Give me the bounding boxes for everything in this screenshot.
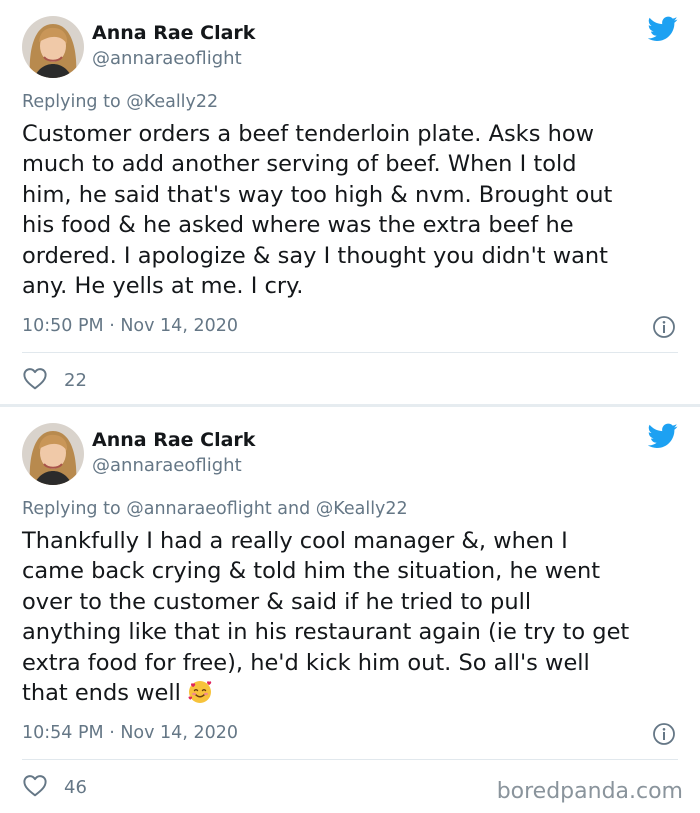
heart-icon[interactable] — [22, 773, 48, 801]
avatar[interactable] — [22, 423, 84, 485]
tweet-text-body: Thankfully I had a really cool manager &… — [22, 528, 630, 707]
divider — [22, 759, 678, 760]
replying-to[interactable]: Replying to @Keally22 — [22, 92, 218, 112]
twitter-bird-icon[interactable] — [647, 16, 678, 46]
info-icon[interactable] — [652, 722, 676, 750]
display-name[interactable]: Anna Rae Clark — [92, 429, 255, 451]
heart-icon[interactable] — [22, 366, 48, 394]
tweet-text: Thankfully I had a really cool manager &… — [22, 526, 678, 713]
divider — [22, 352, 678, 353]
replying-to[interactable]: Replying to @annaraeoflight and @Keally2… — [22, 499, 408, 519]
watermark: boredpanda.com — [496, 779, 683, 804]
smiling-face-with-hearts-icon — [187, 679, 213, 713]
display-name[interactable]: Anna Rae Clark — [92, 22, 255, 44]
tweet-card: Anna Rae Clark @annaraeoflight Replying … — [0, 0, 700, 404]
twitter-bird-icon[interactable] — [647, 423, 678, 453]
timestamp[interactable]: 10:54 PM · Nov 14, 2020 — [22, 723, 238, 743]
tweet-card: Anna Rae Clark @annaraeoflight Replying … — [0, 407, 700, 813]
tweet-text: Customer orders a beef tenderloin plate.… — [22, 121, 613, 300]
user-handle[interactable]: @annaraeoflight — [92, 455, 242, 476]
avatar[interactable] — [22, 16, 84, 78]
timestamp[interactable]: 10:50 PM · Nov 14, 2020 — [22, 316, 238, 336]
user-handle[interactable]: @annaraeoflight — [92, 48, 242, 69]
like-action[interactable]: 22 — [22, 366, 87, 394]
like-count: 22 — [64, 369, 87, 391]
info-icon[interactable] — [652, 315, 676, 343]
like-count: 46 — [64, 776, 87, 798]
like-action[interactable]: 46 — [22, 773, 87, 801]
